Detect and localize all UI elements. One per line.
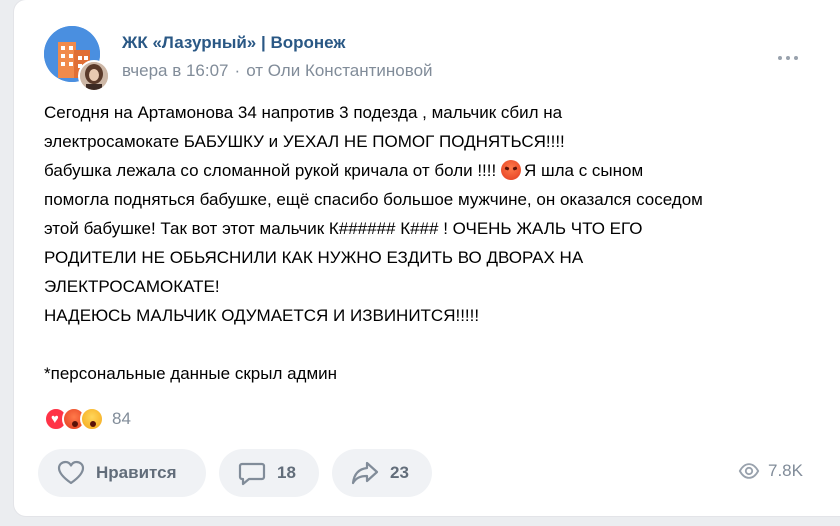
eye-icon [738,463,760,479]
views-counter: 7.8K [738,460,803,482]
reactions-summary[interactable]: 84 [44,406,131,432]
comment-button[interactable]: 18 [219,449,319,497]
post-author[interactable]: от Оли Константиновой [246,61,432,80]
post-time[interactable]: вчера в 16:07 [122,61,229,80]
like-label: Нравится [96,463,177,482]
author-avatar[interactable] [78,60,110,92]
share-arrow-icon [351,461,379,485]
post-card: ЖК «Лазурный» | Воронеж вчера в 16:07 · от… [14,0,840,516]
reactions-count: 84 [112,409,131,428]
more-options-icon[interactable] [776,48,800,68]
person-photo-icon [80,62,108,90]
post-text: Сегодня на Артамонова 34 напротив 3 поде… [44,98,824,388]
angry-face-icon [500,160,521,180]
share-button[interactable]: 23 [332,449,432,497]
comment-icon [238,462,266,486]
shares-count: 23 [390,463,409,482]
comments-count: 18 [277,463,296,482]
views-count: 7.8K [768,461,803,480]
post-meta: вчера в 16:07 · от Оли Константиновой [122,61,433,81]
like-button[interactable]: Нравится [38,449,206,497]
group-name-link[interactable]: ЖК «Лазурный» | Воронеж [122,33,345,53]
meta-separator: · [234,61,241,80]
post-text-part1: Сегодня на Артамонова 34 напротив 3 поде… [44,103,565,180]
surprised-face-icon [80,407,104,431]
heart-outline-icon [57,460,85,485]
avatar-group[interactable] [44,26,110,92]
post-text-part2: Я шла с сыном помогла подняться бабушке,… [44,161,703,383]
